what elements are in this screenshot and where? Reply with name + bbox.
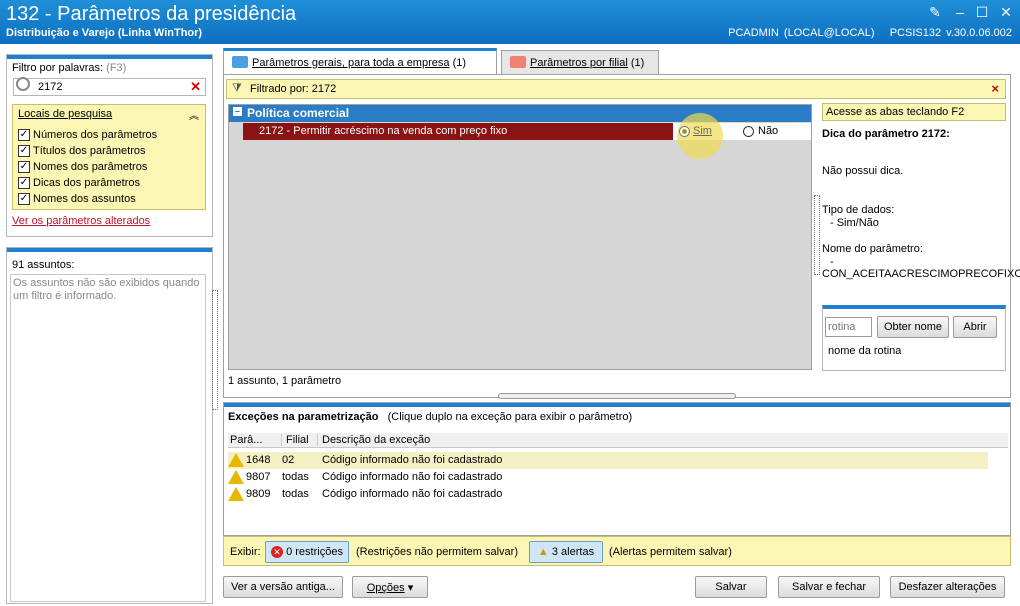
checkbox-icon[interactable]: ✓ [18, 161, 30, 173]
tip-text: Não possui dica. [822, 165, 904, 177]
location-checkbox[interactable]: ✓ Números dos parâmetros [13, 128, 203, 142]
old-version-button[interactable]: Ver a versão antiga... [223, 576, 343, 598]
restrictions-toggle[interactable]: ✕ 0 restrições [265, 541, 349, 563]
exception-row[interactable]: 9809 todas Código informado não foi cadast… [228, 486, 988, 503]
param-row[interactable]: 2172 - Permitir acréscimo na venda com p… [243, 113, 811, 159]
clear-filter-icon[interactable]: ✕ [190, 79, 201, 95]
window-subtitle: Distribuição e Varejo (Linha WinThor) [6, 27, 203, 39]
tab-general[interactable]: Parâmetros gerais, para toda a empresa (… [223, 48, 497, 74]
location-checkbox[interactable]: ✓ Títulos dos parâmetros [13, 144, 203, 158]
collapse-icon[interactable]: ︽ [189, 107, 199, 122]
show-label: Exibir: [230, 546, 261, 558]
subjects-count: 91 assuntos: [12, 259, 75, 271]
maximize-button[interactable]: ☐ [972, 4, 992, 21]
filter-input[interactable]: 2172 ✕ [13, 77, 206, 96]
location-checkbox[interactable]: ✓ Nomes dos parâmetros [13, 160, 203, 174]
param-title: 2172 - Permitir acréscimo na venda com p… [259, 125, 508, 137]
collapse-icon[interactable]: – [233, 107, 242, 116]
get-name-button[interactable]: Obter nome [877, 316, 949, 338]
exception-row[interactable]: 9807 todas Código informado não foi cadast… [228, 469, 988, 486]
changed-params-link[interactable]: Ver os parâmetros alterados [12, 215, 150, 227]
save-close-button[interactable]: Salvar e fechar [778, 576, 880, 598]
checkbox-icon[interactable]: ✓ [18, 129, 30, 141]
col-desc[interactable]: Descrição da exceção [317, 434, 430, 446]
left-splitter[interactable] [212, 290, 218, 410]
group-header[interactable]: – Política comercial [229, 105, 811, 122]
location-label: Dicas dos parâmetros [33, 177, 140, 189]
col-param[interactable]: Parâ... [230, 434, 262, 446]
window-title: 132 - Parâmetros da presidência [6, 3, 297, 25]
location-label: Números dos parâmetros [33, 129, 158, 141]
warning-icon [228, 470, 244, 484]
checkbox-icon[interactable]: ✓ [18, 177, 30, 189]
exceptions-panel: Exceções na parametrização (Clique duplo… [223, 402, 1011, 536]
user-label: PCADMIN (LOCAL@LOCAL) [728, 27, 875, 39]
filter-value: 2172 [38, 81, 63, 93]
tip-title: Dica do parâmetro 2172: [822, 128, 950, 140]
tab-bar: Parâmetros gerais, para toda a empresa (… [223, 48, 1011, 74]
warning-icon [228, 487, 244, 501]
save-button[interactable]: Salvar [695, 576, 767, 598]
name-dash: - [830, 256, 834, 268]
routine-name: nome da rotina [828, 345, 902, 357]
alerts-toggle[interactable]: ▲ 3 alertas [529, 541, 603, 563]
location-label: Títulos dos parâmetros [33, 145, 146, 157]
alerts-note: (Alertas permitem salvar) [609, 546, 732, 558]
location-label: Nomes dos parâmetros [33, 161, 148, 173]
close-button[interactable]: ✕ [996, 4, 1016, 21]
routine-panel: Obter nome Abrir nome da rotina [822, 305, 1006, 371]
restrictions-note: (Restrições não permitem salvar) [356, 546, 518, 558]
col-branch[interactable]: Filial [281, 434, 309, 446]
type-value: - Sim/Não [830, 217, 879, 229]
status-info: PCADMIN (LOCAL@LOCAL) PCSIS132 v.30.0.06… [728, 27, 1012, 39]
exceptions-header: Parâ... Filial Descrição da exceção [228, 433, 1008, 448]
folder-icon [232, 56, 248, 68]
radio-no[interactable] [743, 126, 754, 137]
radio-yes-label: Sim [693, 125, 712, 137]
routine-input[interactable] [825, 317, 872, 337]
side-splitter[interactable] [814, 195, 820, 275]
subjects-note: Os assuntos não são exibidos quando um f… [13, 277, 200, 302]
show-bar: Exibir: ✕ 0 restrições (Restrições não p… [223, 536, 1011, 566]
filter-label: Filtro por palavras: (F3) [12, 62, 127, 74]
error-icon: ✕ [271, 546, 284, 559]
location-checkbox[interactable]: ✓ Nomes dos assuntos [13, 192, 203, 206]
exception-row[interactable]: 1648 02 Código informado não foi cadastrad… [228, 452, 988, 469]
param-name: CON_ACEITAACRESCIMOPRECOFIXC [822, 268, 1020, 280]
splitter-handle[interactable] [498, 393, 736, 399]
name-label: Nome do parâmetro: [822, 243, 923, 255]
search-icon [16, 77, 30, 91]
checkbox-icon[interactable]: ✓ [18, 193, 30, 205]
folder-icon [510, 56, 526, 68]
undo-button[interactable]: Desfazer alterações [890, 576, 1005, 598]
open-button[interactable]: Abrir [953, 316, 997, 338]
warning-icon [228, 453, 244, 467]
location-checkbox[interactable]: ✓ Dicas dos parâmetros [13, 176, 203, 190]
edit-icon[interactable]: ✎ [925, 4, 945, 21]
checkbox-icon[interactable]: ✓ [18, 145, 30, 157]
filter-status-bar: ⧩ Filtrado por: 2172 × [226, 79, 1006, 99]
options-button[interactable]: Opções ▾ [352, 576, 428, 598]
exceptions-title: Exceções na parametrização [228, 411, 379, 423]
minimize-button[interactable]: – [950, 4, 970, 20]
locations-title: Locais de pesquisa [18, 108, 113, 120]
version-label: PCSIS132 v.30.0.06.002 [889, 27, 1012, 39]
funnel-icon: ⧩ [232, 82, 242, 94]
search-locations: Locais de pesquisa ︽ ✓ Números dos parâme… [12, 104, 206, 210]
warning-icon: ▲ [537, 546, 549, 558]
type-label: Tipo de dados: [822, 204, 895, 216]
radio-yes[interactable] [679, 126, 690, 137]
grid-summary: 1 assunto, 1 parâmetro [228, 375, 342, 387]
clear-filter-button[interactable]: × [991, 81, 999, 96]
params-grid: – Política comercial 2172 - Permitir acré… [228, 104, 812, 370]
radio-no-label: Não [758, 125, 779, 137]
tab-branch[interactable]: Parâmetros por filial (1) [501, 50, 659, 74]
title-bar: 132 - Parâmetros da presidência Distribu… [0, 0, 1020, 44]
access-hint: Acesse as abas teclando F2 [822, 103, 1006, 121]
location-label: Nomes dos assuntos [33, 193, 136, 205]
exceptions-hint: (Clique duplo na exceção para exibir o p… [387, 411, 633, 423]
